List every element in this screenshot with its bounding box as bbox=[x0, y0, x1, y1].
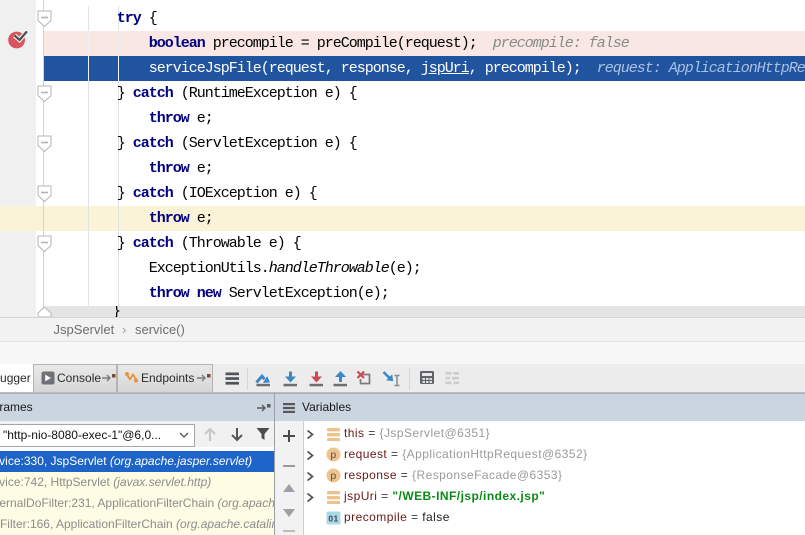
svg-text:p: p bbox=[330, 470, 336, 482]
svg-text:01: 01 bbox=[328, 514, 338, 524]
svg-text:p: p bbox=[330, 449, 336, 461]
